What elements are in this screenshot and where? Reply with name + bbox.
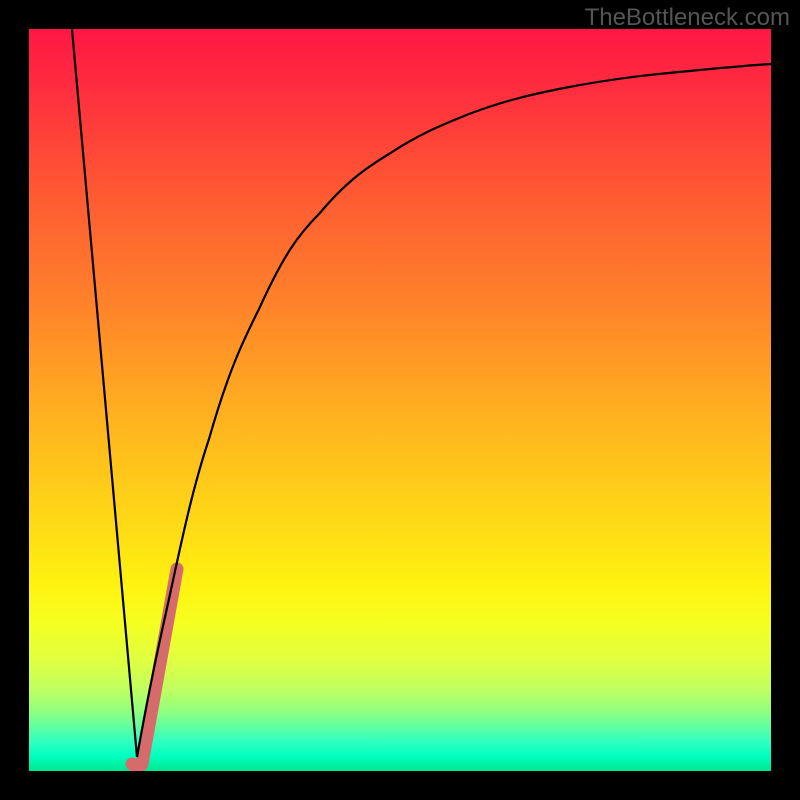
chart-plot-area bbox=[29, 29, 771, 771]
watermark-text: TheBottleneck.com bbox=[585, 4, 790, 32]
descending-line bbox=[72, 29, 137, 757]
chart-svg bbox=[29, 29, 771, 771]
ascending-curve bbox=[137, 64, 771, 757]
